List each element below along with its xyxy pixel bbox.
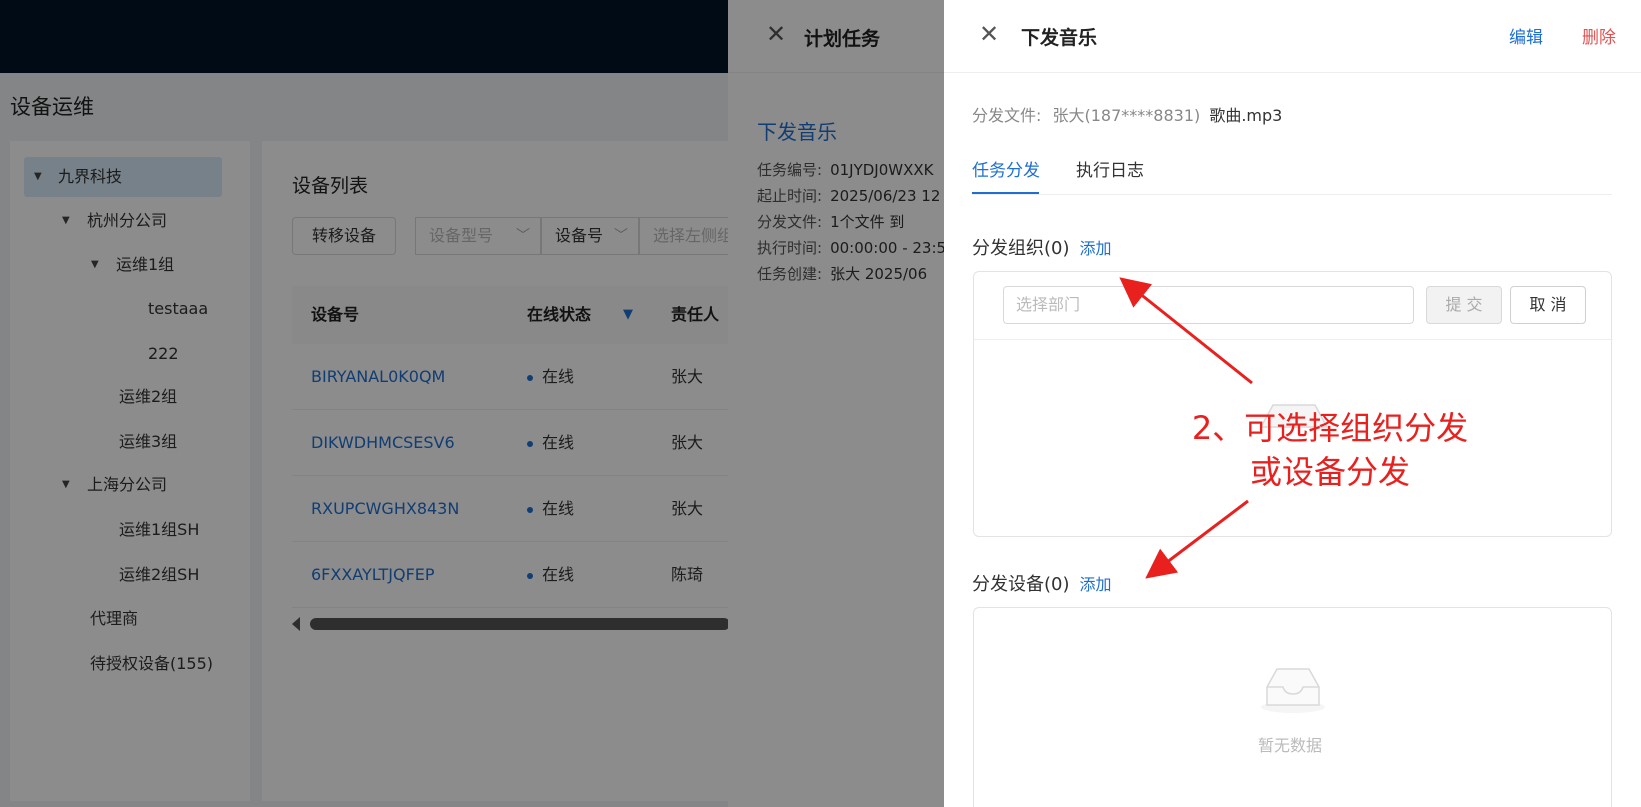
cancel-button[interactable]: 取 消 [1510,286,1586,324]
drawer-header: ✕ 下发音乐 编辑 删除 [944,0,1641,73]
annotation-text: 2、可选择组织分发 或设备分发 [1191,409,1469,491]
tab-execution-log[interactable]: 执行日志 [1076,156,1144,181]
tab-task-distribution[interactable]: 任务分发 [972,156,1040,181]
edit-link[interactable]: 编辑 [1509,23,1543,48]
empty-inbox-icon [1261,668,1325,713]
add-device-link[interactable]: 添加 [1080,575,1112,594]
device-section-title: 分发设备(0) 添加 [972,574,1112,595]
drawer-tabs: 任务分发 执行日志 [972,150,1612,195]
empty-text: 暂无数据 [1258,736,1323,755]
add-org-link[interactable]: 添加 [1080,239,1112,258]
close-icon[interactable]: ✕ [979,20,999,48]
drawer-title: 下发音乐 [1021,27,1098,49]
divider [974,339,1613,340]
delete-link[interactable]: 删除 [1582,23,1616,48]
org-select-box: 选择部门 提 交 取 消 [973,271,1613,537]
active-tab-indicator [972,192,1039,194]
submit-button[interactable]: 提 交 [1426,286,1502,324]
music-distribution-drawer: ✕ 下发音乐 编辑 删除 分发文件: 张大(187****8831) 歌曲.mp… [944,0,1641,807]
device-select-box: 暂无数据 [973,607,1612,807]
distribution-file-line: 分发文件: 张大(187****8831) 歌曲.mp3 [972,106,1283,125]
org-section-title: 分发组织(0) 添加 [972,238,1112,259]
department-select-input[interactable]: 选择部门 [1003,286,1414,324]
